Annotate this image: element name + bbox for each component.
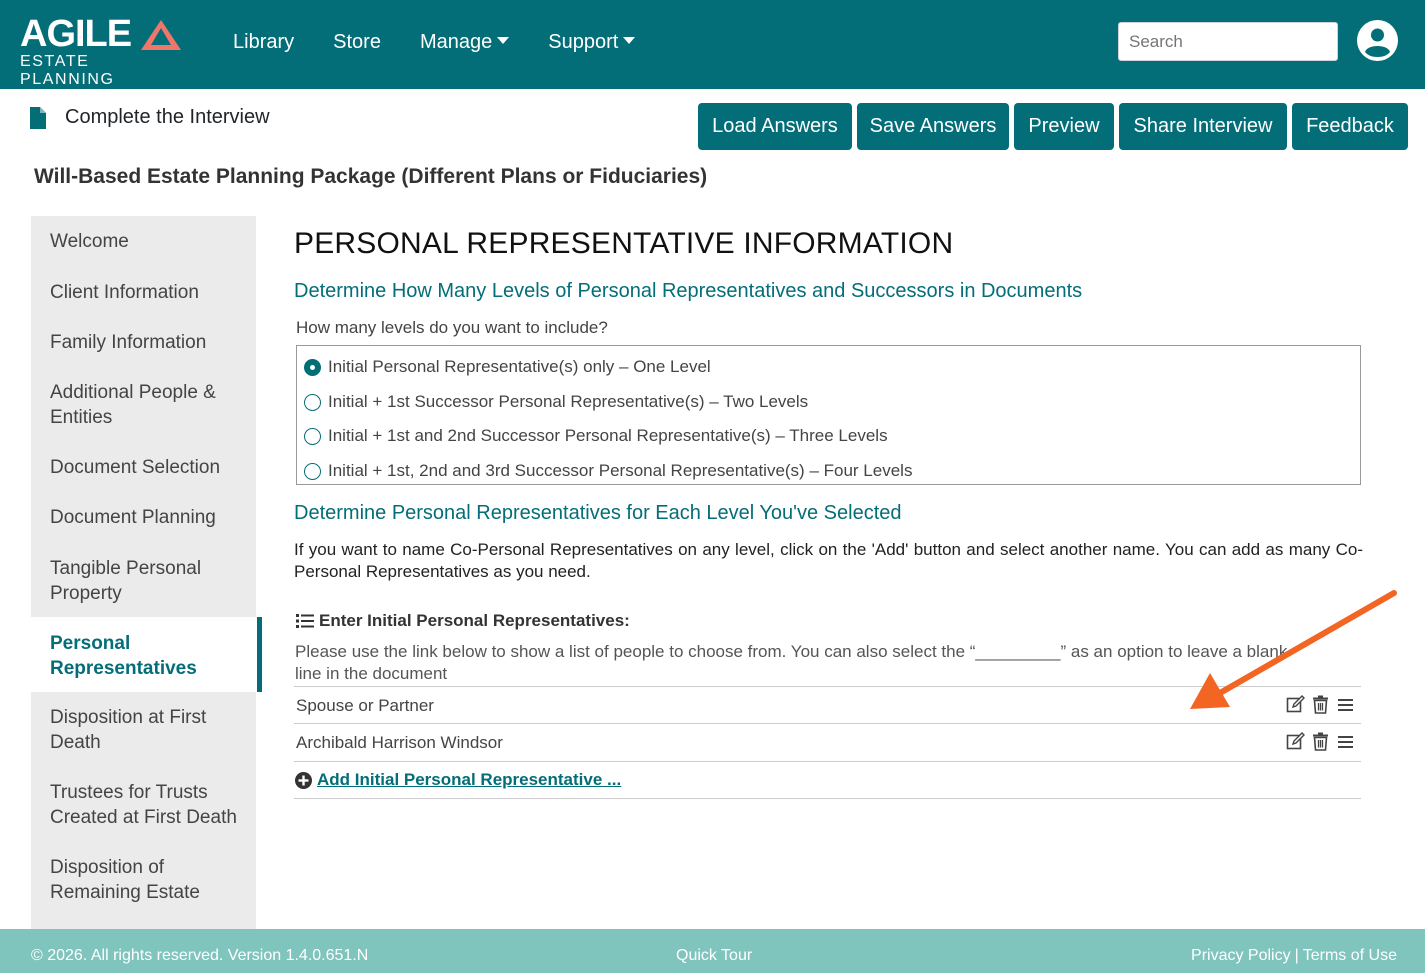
drag-handle-icon[interactable] bbox=[1336, 732, 1355, 751]
plus-circle-icon bbox=[295, 771, 312, 789]
package-title: Will-Based Estate Planning Package (Diff… bbox=[34, 165, 708, 188]
load-answers-button[interactable]: Load Answers bbox=[698, 103, 852, 150]
page-title-bar: Complete the Interview bbox=[30, 106, 270, 129]
sidebar-item-document-planning[interactable]: Document Planning bbox=[50, 505, 216, 530]
save-answers-button[interactable]: Save Answers bbox=[857, 103, 1009, 150]
sidebar-item-tangible-personal-property[interactable]: Tangible Personal Property bbox=[50, 556, 220, 606]
preview-button[interactable]: Preview bbox=[1014, 103, 1114, 150]
privacy-policy-link[interactable]: Privacy Policy bbox=[1191, 947, 1291, 965]
nav-store-label: Store bbox=[333, 31, 381, 53]
levels-question-label: How many levels do you want to include? bbox=[296, 318, 608, 337]
logo-tagline: ESTATE PLANNING bbox=[20, 53, 115, 88]
radio-option-three-levels[interactable]: Initial + 1st and 2nd Successor Personal… bbox=[304, 426, 888, 446]
share-interview-button[interactable]: Share Interview bbox=[1119, 103, 1287, 150]
sidebar-item-disposition-first-death[interactable]: Disposition at First Death bbox=[50, 705, 220, 755]
brand-logo[interactable]: AGILE ESTATE PLANNING bbox=[20, 13, 185, 88]
levels-radio-group: Initial Personal Representative(s) only … bbox=[296, 345, 1361, 485]
footer-separator: | bbox=[1294, 947, 1299, 964]
representative-name: Spouse or Partner bbox=[296, 696, 434, 715]
footer-copyright: © 2026. All rights reserved. Version 1.4… bbox=[31, 947, 369, 964]
page-footer: © 2026. All rights reserved. Version 1.4… bbox=[0, 929, 1425, 973]
radio-option-label: Initial + 1st and 2nd Successor Personal… bbox=[328, 426, 888, 445]
row-actions bbox=[1286, 732, 1355, 751]
search-input[interactable] bbox=[1118, 22, 1338, 61]
caret-down-icon bbox=[497, 37, 510, 44]
initial-representatives-heading: Enter Initial Personal Representatives: bbox=[296, 611, 630, 631]
main-nav: Library Store Manage Support bbox=[233, 28, 674, 56]
nav-manage-dropdown[interactable]: Manage bbox=[419, 28, 510, 56]
selection-hint: Please use the link below to show a list… bbox=[295, 642, 1288, 683]
logo-wordmark: AGILE bbox=[20, 13, 132, 55]
nav-support-dropdown[interactable]: Support bbox=[548, 28, 636, 56]
sidebar-item-disposition-remaining-estate[interactable]: Disposition of Remaining Estate bbox=[50, 855, 220, 905]
nav-library[interactable]: Library bbox=[233, 28, 294, 56]
representative-name: Archibald Harrison Windsor bbox=[296, 733, 503, 752]
footer-legal-links: Privacy Policy | Terms of Use bbox=[1191, 947, 1397, 965]
radio-unchecked-icon[interactable] bbox=[304, 427, 321, 445]
logo-triangle-icon bbox=[141, 20, 181, 50]
radio-unchecked-icon[interactable] bbox=[304, 393, 321, 411]
caret-down-icon bbox=[623, 37, 636, 44]
radio-option-label: Initial + 1st, 2nd and 3rd Successor Per… bbox=[328, 461, 913, 480]
radio-option-label: Initial + 1st Successor Personal Represe… bbox=[328, 392, 809, 411]
list-divider bbox=[294, 761, 1361, 762]
document-icon bbox=[30, 106, 46, 129]
sidebar-item-document-selection[interactable]: Document Selection bbox=[50, 455, 220, 480]
feedback-button[interactable]: Feedback bbox=[1292, 103, 1408, 150]
representative-row: Archibald Harrison Windsor bbox=[294, 723, 1361, 761]
sidebar-item-family-information[interactable]: Family Information bbox=[50, 330, 206, 355]
terms-of-use-link[interactable]: Terms of Use bbox=[1303, 947, 1397, 965]
annotation-arrow bbox=[1190, 590, 1397, 709]
sidebar-item-trustees-for-trusts[interactable]: Trustees for Trusts Created at First Dea… bbox=[50, 780, 245, 830]
add-link-label: Add Initial Personal Representative ... bbox=[317, 770, 622, 789]
radio-checked-icon[interactable] bbox=[304, 358, 321, 376]
user-avatar-icon[interactable] bbox=[1357, 20, 1398, 61]
section-heading: PERSONAL REPRESENTATIVE INFORMATION bbox=[294, 227, 954, 260]
quick-tour-link[interactable]: Quick Tour bbox=[676, 947, 752, 965]
radio-option-two-levels[interactable]: Initial + 1st Successor Personal Represe… bbox=[304, 392, 808, 412]
nav-manage-label: Manage bbox=[419, 31, 493, 53]
sidebar-item-client-information[interactable]: Client Information bbox=[50, 280, 199, 305]
radio-unchecked-icon[interactable] bbox=[304, 462, 321, 480]
edit-icon[interactable] bbox=[1286, 732, 1305, 751]
radio-option-label: Initial Personal Representative(s) only … bbox=[328, 357, 711, 376]
list-heading-label: Enter Initial Personal Representatives: bbox=[319, 611, 630, 630]
nav-library-label: Library bbox=[233, 31, 295, 53]
list-icon bbox=[296, 614, 314, 628]
levels-subheading: Determine How Many Levels of Personal Re… bbox=[294, 280, 1083, 302]
top-navbar: AGILE ESTATE PLANNING Library Store Mana… bbox=[0, 0, 1425, 89]
sidebar-item-personal-representatives[interactable]: Personal Representatives bbox=[50, 631, 220, 681]
nav-store[interactable]: Store bbox=[333, 28, 381, 56]
sidebar-item-welcome[interactable]: Welcome bbox=[50, 229, 129, 254]
radio-option-one-level[interactable]: Initial Personal Representative(s) only … bbox=[304, 357, 711, 377]
sidebar-item-additional-people[interactable]: Additional People & Entities bbox=[50, 380, 240, 430]
nav-support-label: Support bbox=[548, 31, 619, 53]
radio-option-four-levels[interactable]: Initial + 1st, 2nd and 3rd Successor Per… bbox=[304, 461, 912, 481]
trash-icon[interactable] bbox=[1311, 732, 1330, 751]
page-title: Complete the Interview bbox=[65, 106, 270, 128]
co-representatives-instructions: If you want to name Co-Personal Represen… bbox=[294, 540, 1363, 581]
add-initial-representative-link[interactable]: Add Initial Personal Representative ... bbox=[295, 770, 621, 790]
section-divider bbox=[294, 798, 1361, 799]
representatives-subheading: Determine Personal Representatives for E… bbox=[294, 502, 902, 524]
